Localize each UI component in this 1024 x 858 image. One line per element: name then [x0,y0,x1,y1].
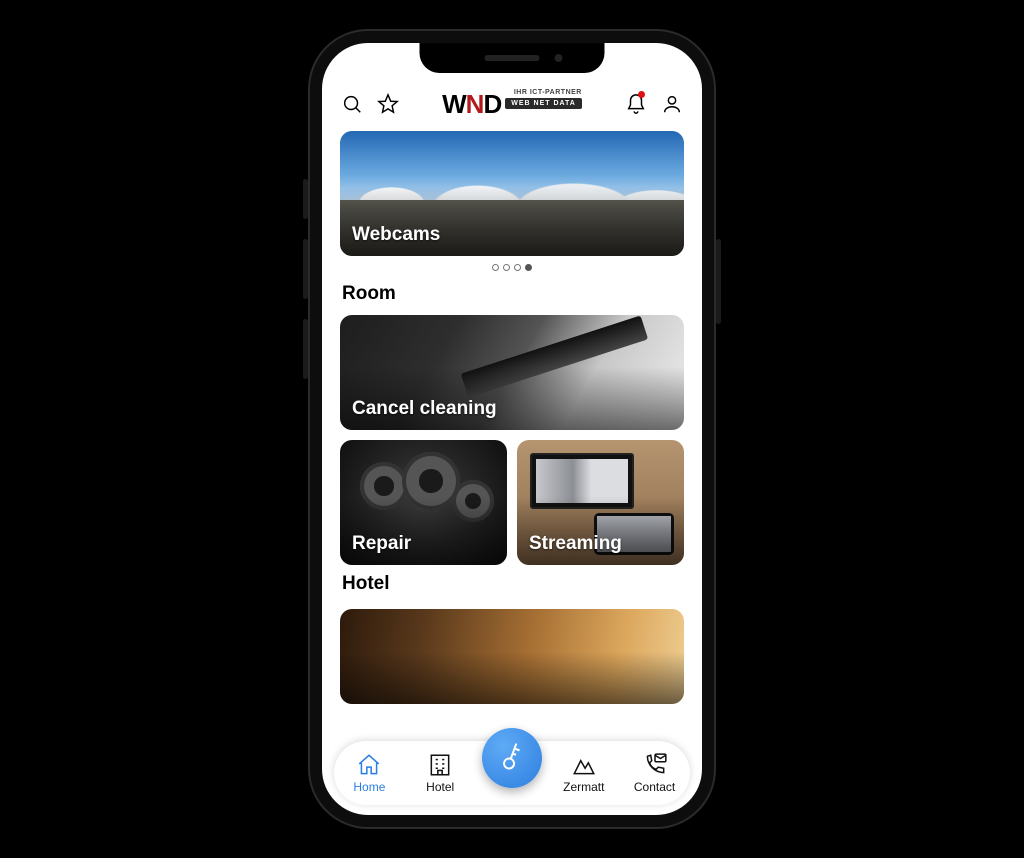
search-button[interactable] [340,92,364,116]
nav-label: Home [353,780,385,794]
fab-key[interactable] [482,728,542,788]
phone-frame: WND IHR ICT-PARTNER WEB NET DATA [308,29,716,829]
nav-label: Hotel [426,780,454,794]
pager-dot[interactable] [514,264,521,271]
brand-logo: WND IHR ICT-PARTNER WEB NET DATA [442,91,582,117]
card-label: Cancel cleaning [352,398,497,420]
nav-label: Contact [634,780,675,794]
card-hotel[interactable] [340,609,684,704]
favorites-button[interactable] [376,92,400,116]
app-content: WND IHR ICT-PARTNER WEB NET DATA [322,43,702,815]
nav-contact[interactable]: Contact [626,752,684,794]
phone-mail-icon [642,752,668,778]
hero-card-webcams[interactable]: Webcams [340,131,684,256]
pager-dot[interactable] [503,264,510,271]
card-label: Streaming [529,533,622,555]
mountain-icon [571,752,597,778]
section-title-hotel: Hotel [340,565,684,605]
phone-screen: WND IHR ICT-PARTNER WEB NET DATA [322,43,702,815]
volume-down [303,319,308,379]
pager-dot-active[interactable] [525,264,532,271]
search-icon [341,93,363,115]
logo-wordmark: WND [442,91,501,117]
key-icon [492,738,532,778]
card-streaming[interactable]: Streaming [517,440,684,565]
front-camera [555,54,563,62]
volume-up [303,239,308,299]
star-icon [377,93,399,115]
header-left [340,92,400,116]
nav-home[interactable]: Home [340,752,398,794]
hero-label: Webcams [352,224,440,246]
profile-button[interactable] [660,92,684,116]
logo-tagline-top: IHR ICT-PARTNER [514,89,582,96]
top-header: WND IHR ICT-PARTNER WEB NET DATA [340,87,684,127]
card-repair[interactable]: Repair [340,440,507,565]
logo-tagline-bottom: WEB NET DATA [505,98,582,109]
carousel-pager[interactable] [340,256,684,275]
home-icon [356,752,382,778]
power-button [716,239,721,324]
nav-label: Zermatt [563,780,604,794]
pager-dot[interactable] [492,264,499,271]
user-icon [661,93,683,115]
nav-zermatt[interactable]: Zermatt [555,752,613,794]
nav-hotel[interactable]: Hotel [411,752,469,794]
section-title-room: Room [340,275,684,315]
notifications-button[interactable] [624,92,648,116]
bottom-nav: Home Hotel Zermatt Contact [334,741,690,805]
speaker [485,55,540,61]
card-cancel-cleaning[interactable]: Cancel cleaning [340,315,684,430]
mute-switch [303,179,308,219]
phone-notch [420,43,605,73]
room-row: Repair Streaming [340,440,684,565]
header-right [624,92,684,116]
hotel-icon [427,752,453,778]
notification-badge [638,91,645,98]
scroll-area[interactable]: Webcams Room Cancel cleaning [340,127,684,735]
card-label: Repair [352,533,411,555]
